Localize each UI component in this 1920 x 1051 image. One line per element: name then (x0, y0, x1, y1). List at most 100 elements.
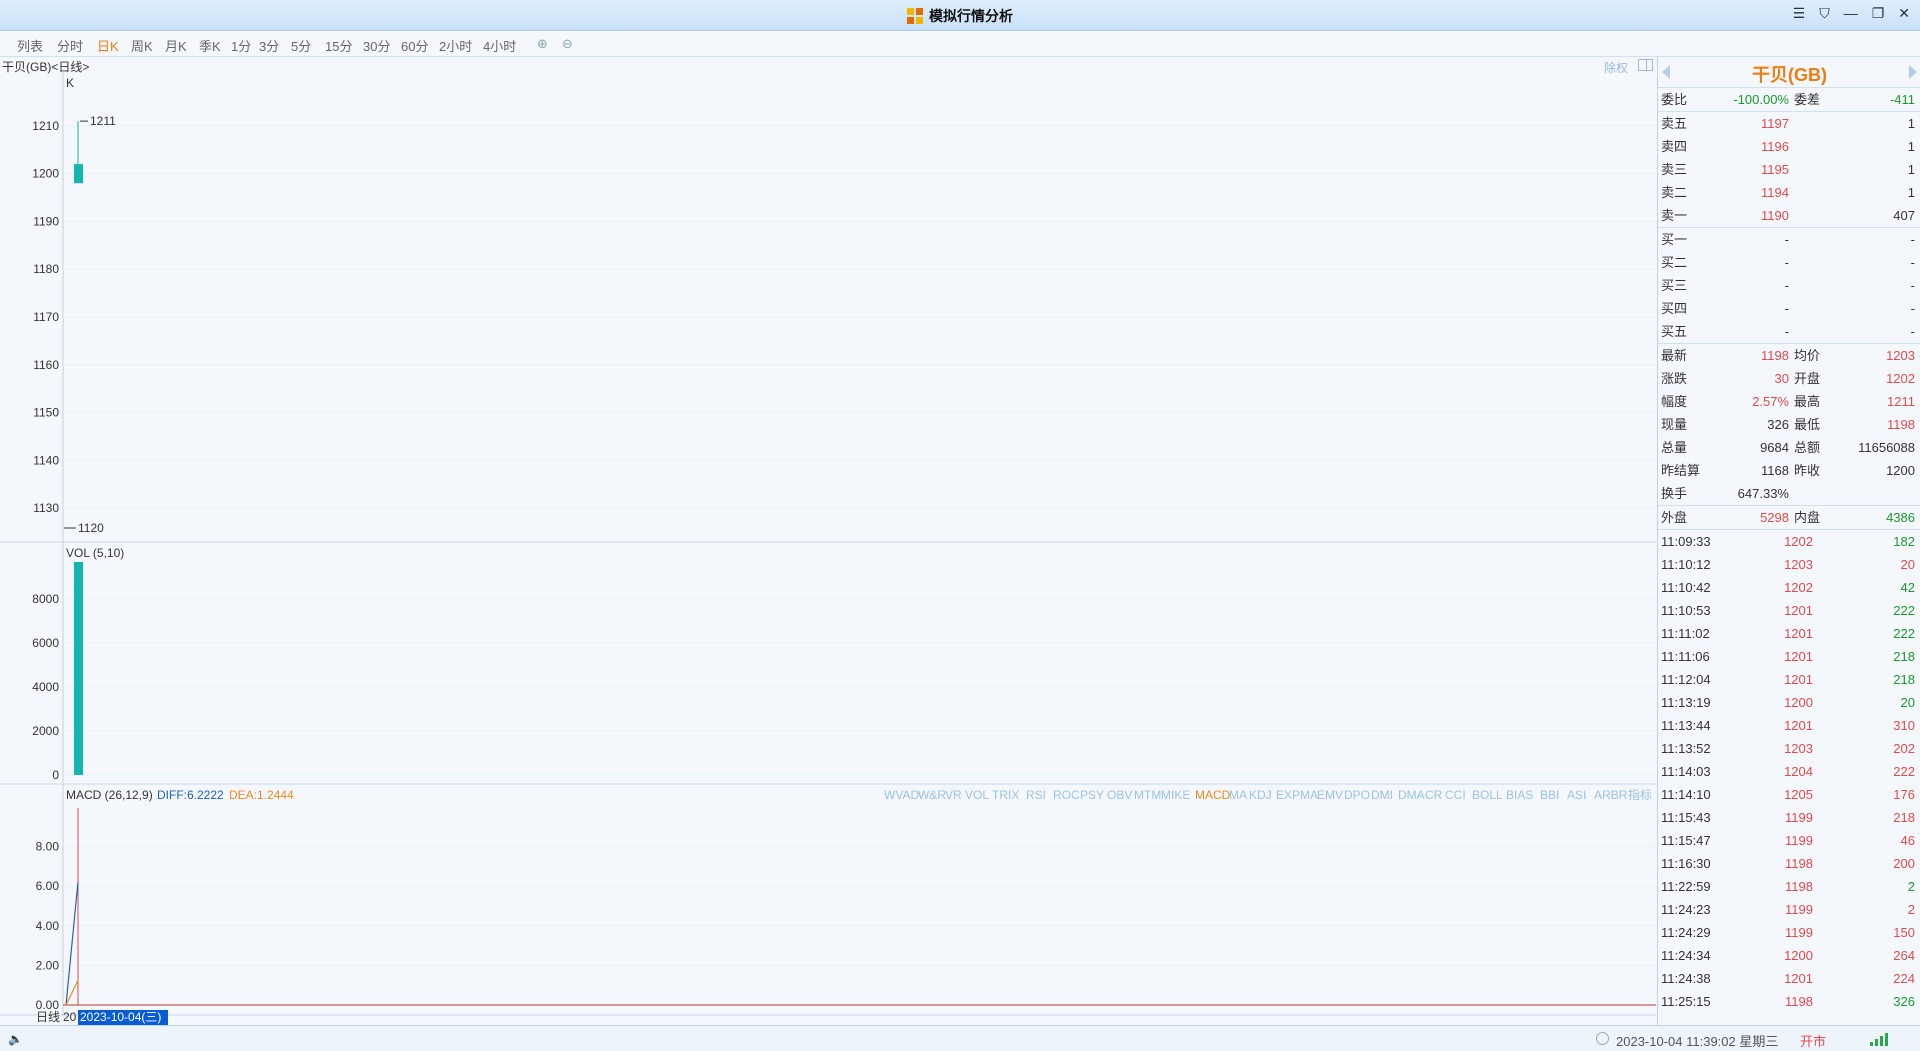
indicator-wr-tab[interactable]: W&R (918, 788, 946, 802)
tick-row: 11:25:15 1198 326 (1658, 990, 1920, 1013)
indicator-expma-tab[interactable]: EXPMA (1276, 788, 1318, 802)
menu-icon[interactable]: ☰ (1793, 5, 1806, 22)
tick-row: 11:14:10 1205 176 (1658, 783, 1920, 806)
bid-label: 买四 (1661, 301, 1688, 316)
indicator-macd-tab[interactable]: MACD (1195, 788, 1231, 802)
skin-icon[interactable]: ⛉ (1819, 5, 1830, 22)
ask-label: 卖五 (1661, 116, 1688, 131)
bid-price: - (1784, 278, 1789, 293)
tick-time: 11:14:03 (1661, 764, 1711, 779)
macd-y-tick: 8.00 (36, 840, 60, 854)
tick-row: 11:13:44 1201 310 (1658, 714, 1920, 737)
tick-time: 11:14:10 (1661, 787, 1711, 802)
vol-y-tick: 0 (52, 768, 59, 782)
tick-row: 11:24:29 1199 150 (1658, 921, 1920, 944)
restore-button[interactable]: ❐ (1872, 5, 1885, 22)
chart-svg[interactable]: 1210 1200 1190 1180 1170 1160 1150 1140 1130 8000… (0, 57, 1656, 1025)
ask-price: 1190 (1761, 208, 1789, 223)
tick-time: 11:13:44 (1661, 718, 1711, 733)
stat-row: 最新 1198 均价 1203 (1658, 344, 1920, 367)
tick-price: 1201 (1784, 626, 1813, 641)
period-9[interactable]: 15分 (325, 36, 352, 55)
ask-label: 卖一 (1661, 208, 1688, 223)
indicator-dpo-tab[interactable]: DPO (1344, 788, 1370, 802)
period-12[interactable]: 2小时 (439, 36, 472, 55)
bid-label: 买二 (1661, 255, 1688, 270)
tick-time: 11:24:38 (1661, 971, 1711, 986)
indicator-vol-tab[interactable]: VOL (965, 788, 989, 802)
period-1[interactable]: 分时 (57, 36, 83, 55)
high-price-label: 1211 (90, 114, 116, 128)
candle-body[interactable] (74, 164, 83, 184)
status-datetime: 2023-10-04 11:39:02 星期三 (1616, 1034, 1779, 1049)
stat-value: 1203 (1886, 348, 1915, 363)
indicator-cci-tab[interactable]: CCI (1445, 788, 1466, 802)
tick-price: 1201 (1784, 672, 1813, 687)
tick-time: 11:15:43 (1661, 810, 1711, 825)
tick-time: 11:10:42 (1661, 580, 1711, 595)
period-6[interactable]: 1分 (231, 36, 251, 55)
volume-bar[interactable] (74, 562, 83, 775)
tick-volume: 218 (1893, 810, 1915, 825)
indicator-psy-tab[interactable]: PSY (1080, 788, 1104, 802)
macd-y-tick: 6.00 (36, 879, 60, 893)
indicator--tab[interactable]: 指标 (1628, 787, 1652, 802)
period-2[interactable]: 日K (97, 36, 119, 55)
period-0[interactable]: 列表 (17, 36, 43, 55)
tick-volume: 222 (1893, 603, 1915, 618)
tick-time: 11:22:59 (1661, 879, 1711, 894)
indicator-bbi-tab[interactable]: BBI (1540, 788, 1559, 802)
speaker-icon[interactable]: 🔈 (8, 1032, 23, 1046)
app-title-text: 模拟行情分析 (929, 8, 1013, 24)
indicator-bias-tab[interactable]: BIAS (1506, 788, 1533, 802)
period-10[interactable]: 30分 (363, 36, 390, 55)
stat-label: 总额 (1794, 440, 1821, 455)
indicator-emv-tab[interactable]: EMV (1317, 788, 1343, 802)
zoom-out-icon[interactable]: ⊖ (562, 36, 573, 52)
indicator-arbr-tab[interactable]: ARBR (1594, 788, 1628, 802)
tick-price: 1198 (1785, 994, 1813, 1009)
tick-volume: 2 (1907, 879, 1915, 894)
indicator-asi-tab[interactable]: ASI (1567, 788, 1586, 802)
low-price-label: 1120 (78, 521, 104, 535)
indicator-mike-tab[interactable]: MIKE (1161, 788, 1190, 802)
ask-price: 1195 (1761, 162, 1789, 177)
period-8[interactable]: 5分 (291, 36, 311, 55)
stat-value: 1198 (1887, 417, 1915, 432)
indicator-dma-tab[interactable]: DMA (1398, 788, 1425, 802)
indicator-wvad-tab[interactable]: WVAD (884, 788, 919, 802)
ask-volume: 407 (1893, 208, 1915, 223)
period-11[interactable]: 60分 (401, 36, 428, 55)
period-7[interactable]: 3分 (259, 36, 279, 55)
indicator-vr-tab[interactable]: VR (945, 788, 962, 802)
indicator-kdj-tab[interactable]: KDJ (1249, 788, 1272, 802)
indicator-roc-tab[interactable]: ROC (1053, 788, 1080, 802)
indicator-ma-tab[interactable]: MA (1229, 788, 1247, 802)
bid-row: 买五 - - (1658, 320, 1920, 343)
next-symbol-icon[interactable] (1909, 65, 1917, 79)
indicator-obv-tab[interactable]: OBV (1107, 788, 1132, 802)
indicator-cr-tab[interactable]: CR (1425, 788, 1443, 802)
macd-y-tick: 2.00 (36, 958, 60, 972)
kline-y-tick: 1150 (33, 406, 59, 420)
kline-y-tick: 1180 (33, 262, 59, 276)
tick-price: 1199 (1785, 833, 1813, 848)
period-4[interactable]: 月K (165, 36, 187, 55)
stat-row: 幅度 2.57% 最高 1211 (1658, 390, 1920, 413)
indicator-mtm-tab[interactable]: MTM (1134, 788, 1161, 802)
period-5[interactable]: 季K (199, 36, 221, 55)
close-button[interactable]: ✕ (1898, 5, 1910, 22)
indicator-trix-tab[interactable]: TRIX (992, 788, 1019, 802)
indicator-dmi-tab[interactable]: DMI (1371, 788, 1393, 802)
indicator-rsi-tab[interactable]: RSI (1026, 788, 1046, 802)
period-13[interactable]: 4小时 (483, 36, 516, 55)
macd-diff-line[interactable] (65, 881, 79, 1006)
period-3[interactable]: 周K (131, 36, 153, 55)
tick-row: 11:11:02 1201 222 (1658, 622, 1920, 645)
tick-row: 11:22:59 1198 2 (1658, 875, 1920, 898)
bid-volume: - (1910, 255, 1915, 270)
minimize-button[interactable]: — (1844, 5, 1858, 22)
zoom-in-icon[interactable]: ⊕ (537, 36, 548, 52)
ask-row: 卖五 1197 1 (1658, 112, 1920, 135)
indicator-boll-tab[interactable]: BOLL (1472, 788, 1503, 802)
